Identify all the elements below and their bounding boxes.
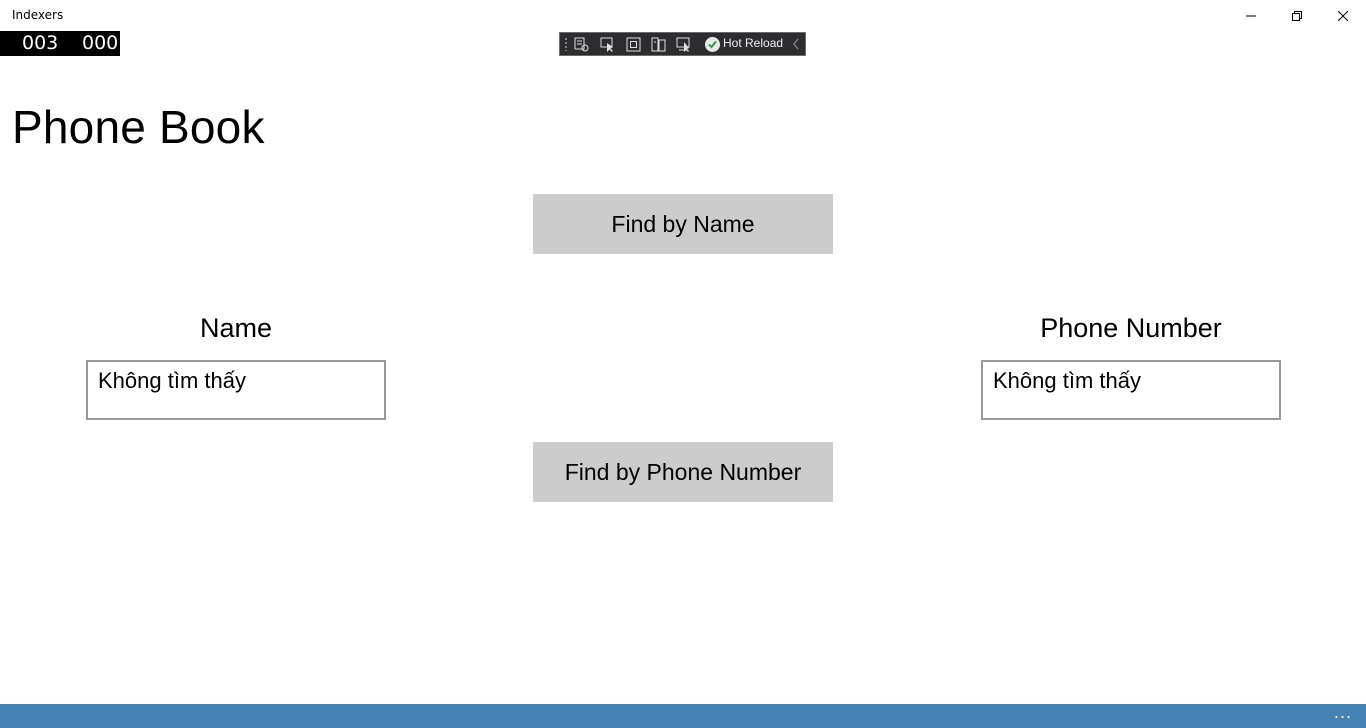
- more-options-button[interactable]: ...: [1331, 704, 1355, 728]
- find-by-phone-number-button[interactable]: Find by Phone Number: [533, 442, 833, 502]
- phone-number-label: Phone Number: [1040, 313, 1222, 343]
- app-bar: ...: [0, 704, 1366, 728]
- hot-reload-check-icon: [705, 37, 720, 52]
- live-visual-tree-icon[interactable]: [573, 36, 590, 53]
- collapse-toolbar-icon[interactable]: [792, 37, 800, 51]
- frame-counter-left: 003: [22, 32, 59, 54]
- title-bar: Indexers: [0, 0, 1366, 32]
- binding-failures-icon[interactable]: [675, 36, 692, 53]
- restore-icon: [1292, 11, 1302, 21]
- frame-rate-counter: 003 000: [0, 31, 120, 56]
- minimize-button[interactable]: [1228, 0, 1274, 32]
- page-title: Phone Book: [12, 101, 265, 153]
- select-element-icon[interactable]: [599, 36, 616, 53]
- app-title: Indexers: [12, 8, 64, 22]
- close-icon: [1338, 11, 1348, 21]
- restore-button[interactable]: [1274, 0, 1320, 32]
- toolbar-grip-handle[interactable]: [564, 37, 568, 51]
- name-field[interactable]: Không tìm thấy: [86, 360, 386, 420]
- hot-reload-label[interactable]: Hot Reload: [723, 36, 783, 50]
- name-label: Name: [199, 313, 273, 343]
- display-adorners-icon[interactable]: [625, 36, 642, 53]
- debug-toolbar: Hot Reload: [559, 32, 806, 56]
- track-focus-icon[interactable]: [650, 36, 667, 53]
- phone-number-field[interactable]: Không tìm thấy: [981, 360, 1281, 420]
- close-button[interactable]: [1320, 0, 1366, 32]
- find-by-name-button[interactable]: Find by Name: [533, 194, 833, 254]
- minimize-icon: [1246, 15, 1256, 17]
- frame-counter-right: 000: [82, 32, 119, 54]
